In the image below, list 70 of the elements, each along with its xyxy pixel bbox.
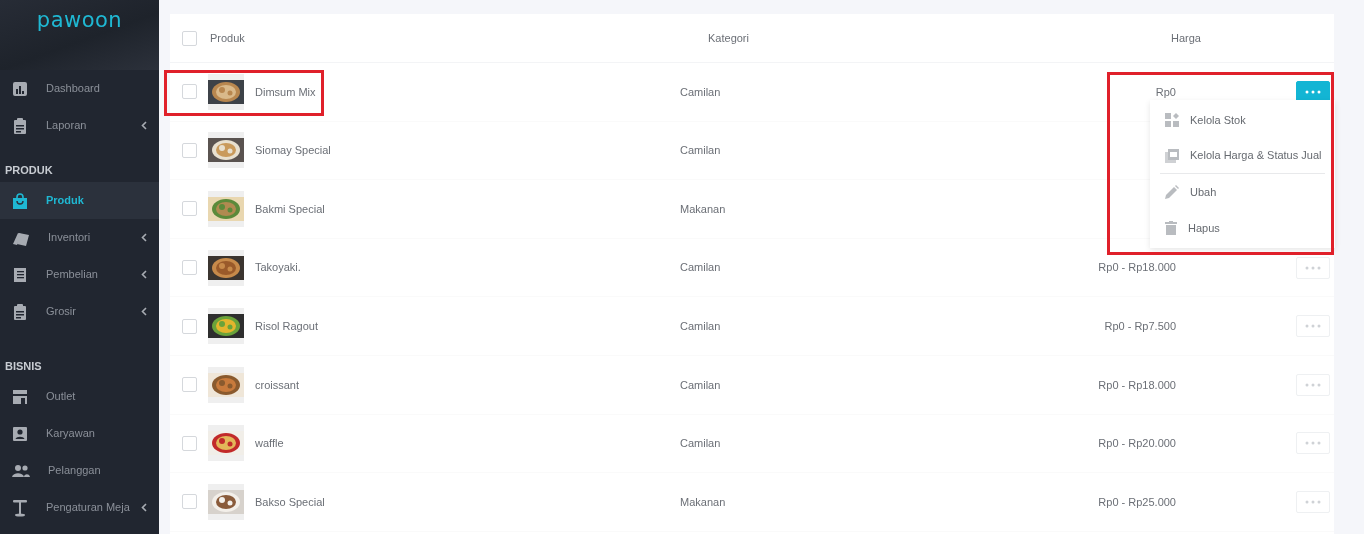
price-text: Rp0 - Rp20.000: [1098, 437, 1176, 450]
ellipsis-icon: [1305, 499, 1321, 504]
clipboard-icon: [12, 303, 28, 320]
sidebar-item[interactable]: Karyawan: [0, 415, 159, 452]
price-text: Rp0 - Rp18.000: [1098, 378, 1176, 391]
category-text: Camilan: [680, 437, 721, 450]
product-name: Dimsum Mix: [255, 84, 316, 100]
row-checkbox[interactable]: [182, 84, 197, 100]
ellipsis-icon: [1305, 324, 1321, 329]
category-text: Camilan: [680, 261, 721, 274]
table-icon: [12, 498, 28, 517]
sidebar-item[interactable]: Produk: [0, 182, 159, 219]
grid-icon: [1165, 113, 1179, 127]
pencil-icon: [1165, 185, 1179, 199]
sidebar-item[interactable]: Pembelian: [0, 256, 159, 293]
column-header: Produk: [210, 30, 246, 46]
more-button[interactable]: [1296, 80, 1330, 103]
select-all-checkbox[interactable]: [182, 30, 197, 46]
row-checkbox[interactable]: [182, 201, 197, 217]
store-icon: [12, 388, 28, 405]
clipboard-icon: [12, 117, 28, 134]
product-name: Takoyaki.: [255, 260, 301, 276]
section-heading: PRODUK: [4, 162, 54, 178]
product-name: Bakmi Special: [255, 201, 325, 217]
category-text: Makanan: [680, 202, 726, 215]
trash-icon: [1165, 221, 1177, 235]
sidebar-item[interactable]: Inventori: [0, 219, 159, 256]
section-heading: BISNIS: [4, 358, 43, 374]
product-name: Bakso Special: [255, 494, 325, 510]
ellipsis-icon: [1305, 265, 1321, 270]
ellipsis-icon: [1305, 441, 1321, 446]
row-checkbox[interactable]: [182, 377, 197, 393]
row-checkbox[interactable]: [182, 142, 197, 158]
people-icon: [12, 463, 30, 478]
row-checkbox[interactable]: [182, 494, 197, 510]
product-name: croissant: [255, 377, 300, 393]
menu-item[interactable]: Kelola Stok: [1160, 102, 1325, 138]
ellipsis-icon: [1305, 89, 1321, 94]
category-text: Camilan: [680, 378, 721, 391]
sidebar-item[interactable]: Grosir: [0, 293, 159, 330]
category-text: Camilan: [680, 144, 721, 157]
sidebar-item[interactable]: Pelanggan: [0, 452, 159, 489]
category-text: Makanan: [680, 495, 726, 508]
column-header: Kategori: [708, 30, 749, 46]
menu-item[interactable]: Ubah: [1160, 174, 1325, 210]
row-checkbox[interactable]: [182, 435, 197, 451]
price-text: Rp0 - Rp7.500: [1104, 319, 1176, 332]
price-text: Rp0 - Rp18.000: [1098, 261, 1176, 274]
product-name: Risol Ragout: [255, 318, 318, 334]
sidebar-item[interactable]: Dashboard: [0, 70, 159, 107]
product-name: waffle: [255, 436, 284, 452]
menu-item[interactable]: Hapus: [1160, 210, 1325, 246]
list-icon: [12, 266, 28, 283]
bag-icon: [12, 192, 28, 209]
product-name: Siomay Special: [255, 143, 331, 159]
category-text: Camilan: [680, 85, 721, 98]
menu-item[interactable]: Kelola Harga & Status Jual: [1160, 138, 1325, 174]
sidebar-item[interactable]: Pengaturan Meja: [0, 489, 159, 526]
logo: pawoon: [36, 10, 123, 34]
price-text: Rp0 - Rp25.000: [1098, 495, 1176, 508]
column-header: Harga: [1171, 30, 1201, 46]
category-text: Camilan: [680, 319, 721, 332]
row-checkbox[interactable]: [182, 260, 197, 276]
chart-icon: [12, 80, 28, 97]
person-icon: [12, 425, 28, 442]
sidebar-item[interactable]: Outlet: [0, 378, 159, 415]
price-text: Rp0: [1155, 85, 1176, 98]
ellipsis-icon: [1305, 382, 1321, 387]
row-checkbox[interactable]: [182, 318, 197, 334]
sidebar-item[interactable]: Laporan: [0, 107, 159, 144]
